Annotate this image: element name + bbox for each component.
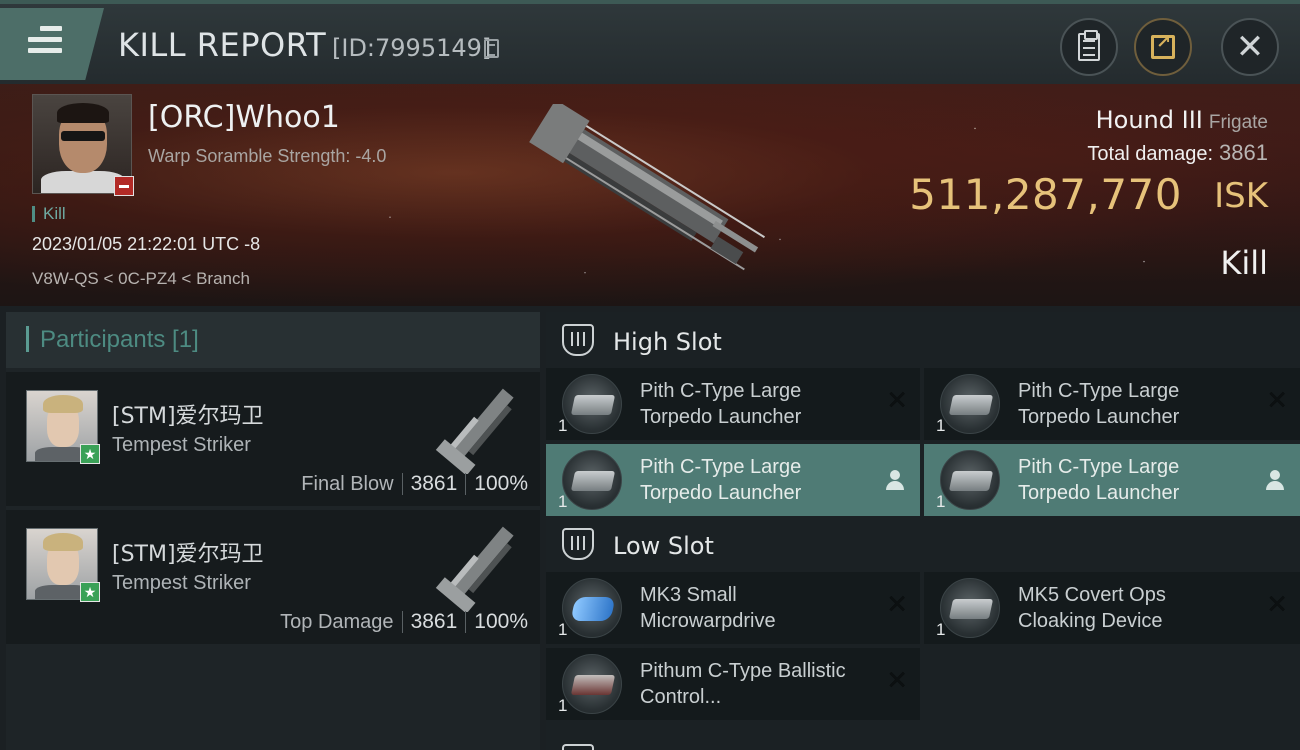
close-icon: ✕ [1235, 27, 1265, 67]
participant-ship-image [435, 388, 514, 474]
participants-panel: Participants [1] ★ [STM]爱尔玛卫 Tempest Str… [6, 312, 540, 750]
ship-name[interactable]: Hound III [1096, 106, 1203, 134]
total-damage: Total damage: 3861 [1087, 140, 1268, 166]
module-item[interactable]: 1 Pith C-Type Large Torpedo Launcher ✕ [924, 368, 1300, 440]
destroyed-x-icon: ✕ [1266, 590, 1288, 620]
participant-damage: 3861 [410, 472, 458, 495]
ship-info: Hound III Frigate [1096, 106, 1268, 134]
module-name: Pithum C-Type Ballistic Control... [640, 660, 846, 708]
module-item[interactable]: 1 MK3 Small Microwarpdrive ✕ [546, 572, 920, 644]
menu-icon [28, 26, 62, 54]
victim-ship-image [529, 104, 766, 271]
participant-role: Final Blow [301, 472, 394, 495]
total-damage-label: Total damage: [1087, 143, 1214, 165]
menu-button[interactable] [0, 8, 104, 80]
share-icon [1151, 32, 1175, 59]
module-name: Pith C-Type Large Torpedo Launcher [1018, 380, 1180, 428]
isk-unit: ISK [1214, 176, 1268, 216]
destroyed-x-icon: ✕ [1266, 386, 1288, 416]
module-item[interactable]: 1 Pith C-Type Large Torpedo Launcher [924, 444, 1300, 516]
module-quantity: 1 [558, 696, 568, 715]
module-quantity: 1 [936, 620, 946, 639]
high-slot-label: High Slot [613, 328, 722, 356]
destroyed-x-icon: ✕ [886, 666, 908, 696]
loss-badge-icon [114, 176, 134, 196]
module-quantity: 1 [936, 416, 946, 435]
total-damage-value: 3861 [1219, 140, 1268, 165]
clipboard-button[interactable] [1060, 18, 1118, 76]
destroyed-x-icon: ✕ [886, 590, 908, 620]
torpedo-launcher-icon [940, 374, 1000, 434]
participant-ship-image [435, 526, 514, 612]
module-name: Pith C-Type Large Torpedo Launcher [640, 380, 802, 428]
report-id: [ID:7995149] [332, 34, 492, 62]
dropped-person-icon [886, 470, 904, 490]
participant-ship: Tempest Striker [112, 434, 251, 456]
participants-title: Participants [1] [40, 326, 199, 353]
participant-stats: Final Blow 3861 100% [301, 472, 528, 496]
low-slot-header: Low Slot [546, 516, 1300, 572]
module-name: Pith C-Type Large Torpedo Launcher [1018, 456, 1180, 504]
high-slot-modules: 1 Pith C-Type Large Torpedo Launcher ✕ 1… [546, 368, 1300, 516]
participant-percent: 100% [474, 610, 528, 633]
copy-icon[interactable] [484, 39, 499, 58]
participant-ship: Tempest Striker [112, 572, 251, 594]
destroyed-x-icon: ✕ [886, 386, 908, 416]
high-slot-header: High Slot [546, 312, 1300, 368]
module-quantity: 1 [558, 492, 568, 511]
victim-header: [ORC]Whoo1 Warp Soramble Strength: -4.0 … [0, 84, 1300, 306]
victim-name[interactable]: [ORC]Whoo1 [148, 100, 340, 135]
low-slot-modules: 1 MK3 Small Microwarpdrive ✕ 1 MK5 Cover… [546, 572, 1300, 720]
module-item[interactable]: 1 Pithum C-Type Ballistic Control... ✕ [546, 648, 920, 720]
kill-datetime: 2023/01/05 21:22:01 UTC -8 [32, 234, 261, 254]
module-quantity: 1 [936, 492, 946, 511]
kill-location[interactable]: V8W-QS < 0C-PZ4 < Branch [32, 269, 250, 289]
ballistic-control-icon [562, 654, 622, 714]
page-title: KILL REPORT [118, 26, 327, 64]
module-item[interactable]: 1 Pith C-Type Large Torpedo Launcher [546, 444, 920, 516]
cloaking-device-icon [940, 578, 1000, 638]
share-button[interactable] [1134, 18, 1192, 76]
low-slot-icon [562, 528, 594, 560]
isk-value: 511,287,770 [909, 170, 1182, 219]
participant-role: Top Damage [280, 610, 394, 633]
participant-name: [STM]爱尔玛卫 [112, 542, 264, 567]
module-name: Pith C-Type Large Torpedo Launcher [640, 456, 802, 504]
participant-damage: 3861 [410, 610, 458, 633]
participants-header: Participants [1] [6, 312, 540, 368]
high-slot-icon [562, 324, 594, 356]
participant-stats: Top Damage 3861 100% [280, 610, 528, 634]
fitting-panel: High Slot 1 Pith C-Type Large Torpedo La… [546, 312, 1300, 750]
participant-percent: 100% [474, 472, 528, 495]
module-quantity: 1 [558, 416, 568, 435]
ship-class: Frigate [1208, 112, 1268, 133]
module-name: MK5 Covert Ops Cloaking Device [1018, 584, 1166, 632]
low-slot-label: Low Slot [613, 532, 714, 560]
torpedo-launcher-icon [562, 374, 622, 434]
torpedo-launcher-icon [562, 450, 622, 510]
title-bar: KILL REPORT [ID:7995149] ✕ [0, 0, 1300, 84]
clipboard-icon [1078, 30, 1100, 61]
star-icon: ★ [80, 444, 100, 464]
participant-row[interactable]: ★ [STM]爱尔玛卫 Tempest Striker Top Damage 3… [6, 510, 540, 644]
result-label: Kill [1220, 244, 1268, 282]
module-item[interactable]: 1 Pith C-Type Large Torpedo Launcher ✕ [546, 368, 920, 440]
star-icon: ★ [80, 582, 100, 602]
module-name: MK3 Small Microwarpdrive [640, 584, 776, 632]
participant-row[interactable]: ★ [STM]爱尔玛卫 Tempest Striker Final Blow 3… [6, 372, 540, 506]
kill-tag: Kill [32, 205, 66, 222]
dropped-person-icon [1266, 470, 1284, 490]
close-button[interactable]: ✕ [1221, 18, 1279, 76]
victim-stat: Warp Soramble Strength: -4.0 [148, 146, 387, 166]
microwarpdrive-icon [562, 578, 622, 638]
participant-name: [STM]爱尔玛卫 [112, 404, 264, 429]
module-item[interactable]: 1 MK5 Covert Ops Cloaking Device ✕ [924, 572, 1300, 644]
torpedo-launcher-icon [940, 450, 1000, 510]
module-quantity: 1 [558, 620, 568, 639]
next-slot-icon [562, 744, 594, 750]
